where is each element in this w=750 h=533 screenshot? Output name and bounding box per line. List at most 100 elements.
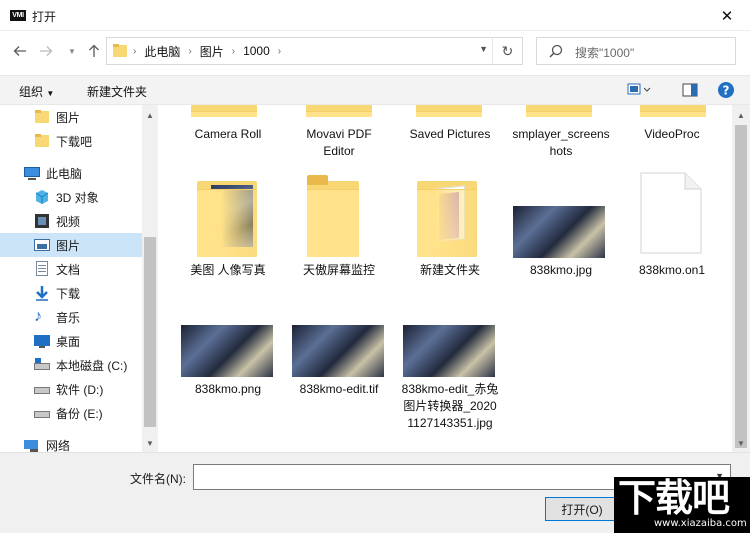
folder-icon [307, 175, 359, 257]
view-options-button[interactable] [627, 81, 653, 102]
nav-item-drive-c[interactable]: 本地磁盘 (C:) [0, 353, 142, 377]
nav-item-xiazaiba[interactable]: 下载吧 [0, 129, 142, 153]
drive-icon [34, 405, 50, 421]
navigation-pane: 图片 下载吧 此电脑 3D 对象 视频 图片 文档 下载 ♪ 音乐 桌面 本地磁… [0, 105, 142, 452]
music-note-icon: ♪ [34, 308, 42, 325]
file-item[interactable]: Saved Pictures [400, 126, 500, 143]
scrollbar-thumb[interactable] [144, 237, 156, 427]
breadcrumb-this-pc[interactable]: 此电脑 [140, 43, 184, 60]
refresh-icon: ↻ [501, 42, 514, 59]
nav-item-drive-e[interactable]: 备份 (E:) [0, 401, 142, 425]
drive-icon [34, 381, 50, 397]
preview-pane-button[interactable] [681, 81, 699, 102]
file-item[interactable]: 838kmo.on1 [622, 262, 722, 279]
scroll-up-icon[interactable]: ▲ [142, 107, 158, 123]
organize-button[interactable]: 组织 ▼ [19, 83, 54, 100]
nav-item-pictures[interactable]: 图片 [0, 233, 142, 257]
chevron-right-icon[interactable]: › [184, 46, 195, 57]
nav-item-downloads[interactable]: 下载 [0, 281, 142, 305]
file-item[interactable]: 838kmo-edit.tif [289, 381, 389, 398]
search-box[interactable]: 搜索"1000" [536, 37, 736, 65]
picture-icon [34, 237, 50, 253]
blank-file-icon [640, 172, 702, 254]
back-button[interactable] [10, 41, 30, 61]
file-item[interactable]: smplayer_screenshots [511, 126, 611, 160]
view-icon [627, 83, 651, 95]
folder-icon [34, 133, 50, 149]
nav-item-network[interactable]: 网络 [0, 433, 142, 452]
back-arrow-icon [13, 46, 26, 56]
forward-arrow-icon [40, 46, 53, 56]
open-button[interactable]: 打开(O) [545, 497, 619, 521]
folder-with-image-icon [197, 175, 257, 257]
up-button[interactable] [84, 41, 104, 61]
title-bar: VMI 打开 ✕ [0, 0, 750, 31]
address-bar[interactable]: › 此电脑 › 图片 › 1000 › ▼ ↻ [106, 37, 523, 65]
film-icon [34, 213, 50, 229]
file-item[interactable]: 838kmo.png [178, 381, 278, 398]
recent-locations-button[interactable]: ▼ [62, 41, 82, 61]
file-item[interactable]: 天傲屏幕监控 [289, 262, 389, 279]
desktop-icon [34, 333, 50, 349]
toolbar: 组织 ▼ 新建文件夹 ? [0, 75, 750, 105]
preview-pane-icon [682, 83, 698, 97]
app-icon: VMI [10, 10, 26, 21]
scroll-down-icon[interactable]: ▼ [142, 435, 158, 451]
folder-icon [191, 105, 257, 117]
close-icon: ✕ [720, 7, 734, 25]
folder-icon [113, 43, 129, 59]
nav-item-desktop[interactable]: 桌面 [0, 329, 142, 353]
scroll-up-icon[interactable]: ▲ [733, 107, 749, 123]
forward-button[interactable] [36, 41, 56, 61]
scroll-down-icon[interactable]: ▼ [733, 435, 749, 451]
file-item[interactable]: VideoProc [622, 126, 722, 143]
navigation-scrollbar[interactable]: ▲ ▼ [142, 105, 158, 452]
nav-item-pictures-quick[interactable]: 图片 [0, 105, 142, 129]
folder-icon [306, 105, 372, 117]
file-item[interactable]: 838kmo.jpg [511, 262, 611, 279]
refresh-button[interactable]: ↻ [492, 38, 522, 64]
nav-item-videos[interactable]: 视频 [0, 209, 142, 233]
file-item[interactable]: 新建文件夹 [400, 262, 500, 279]
search-input[interactable]: 搜索"1000" [575, 44, 634, 61]
filename-label: 文件名(N): [130, 472, 186, 486]
breadcrumb-pictures[interactable]: 图片 [196, 43, 228, 60]
file-list-scrollbar[interactable]: ▲ ▼ [732, 105, 750, 452]
svg-text:?: ? [723, 84, 730, 98]
chevron-down-icon: ▼ [68, 46, 76, 56]
download-arrow-icon [34, 285, 50, 301]
network-icon [24, 437, 40, 452]
file-item[interactable]: Camera Roll [178, 126, 278, 143]
chevron-right-icon[interactable]: › [274, 46, 285, 57]
image-thumbnail [513, 206, 605, 258]
file-item[interactable]: Movavi PDF Editor [289, 126, 389, 160]
file-list: Camera Roll Movavi PDF Editor Saved Pict… [158, 105, 732, 452]
file-item[interactable]: 838kmo-edit_赤兔图片转换器_20201127143351.jpg [400, 381, 500, 432]
chevron-right-icon[interactable]: › [228, 46, 239, 57]
watermark-logo: 下载吧 www.xiazaiba.com [614, 477, 750, 533]
close-button[interactable]: ✕ [704, 0, 750, 31]
address-dropdown-icon[interactable]: ▼ [479, 44, 488, 54]
nav-item-3d-objects[interactable]: 3D 对象 [0, 185, 142, 209]
nav-item-drive-d[interactable]: 软件 (D:) [0, 377, 142, 401]
image-thumbnail [403, 325, 495, 377]
folder-icon [416, 105, 482, 117]
file-item[interactable]: 美图 人像写真 [178, 262, 278, 279]
document-icon [34, 261, 50, 277]
computer-icon [24, 165, 40, 181]
image-thumbnail [181, 325, 273, 377]
breadcrumb-1000[interactable]: 1000 [239, 44, 274, 58]
up-arrow-icon [89, 44, 99, 57]
new-folder-button[interactable]: 新建文件夹 [87, 83, 147, 100]
nav-item-this-pc[interactable]: 此电脑 [0, 161, 142, 185]
search-icon [549, 44, 563, 58]
scrollbar-thumb[interactable] [735, 125, 747, 448]
nav-item-music[interactable]: ♪ 音乐 [0, 305, 142, 329]
window-title: 打开 [32, 10, 57, 24]
cube-icon [34, 189, 50, 205]
folder-icon [526, 105, 592, 117]
nav-item-documents[interactable]: 文档 [0, 257, 142, 281]
chevron-down-icon: ▼ [46, 89, 55, 98]
help-button[interactable]: ? [717, 81, 735, 102]
folder-icon [640, 105, 706, 117]
